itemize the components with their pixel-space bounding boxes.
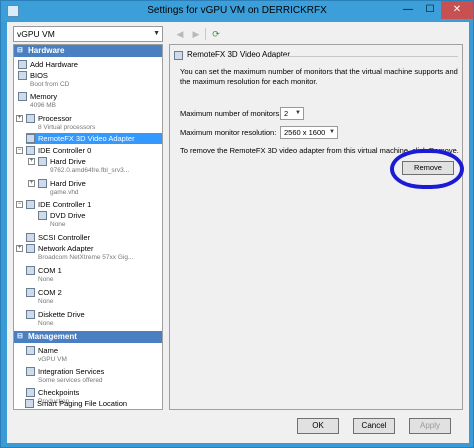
memory-icon xyxy=(18,92,27,101)
monitors-select[interactable]: 2 ▼ xyxy=(280,107,304,120)
tree-item-remotefx[interactable]: RemoteFX 3D Video Adapter xyxy=(26,133,162,144)
tree-item-smart-paging[interactable]: Smart Paging File Location xyxy=(25,398,157,409)
network-adapter-sub: Broadcom NetXtreme 57xx Gig... xyxy=(38,254,134,261)
maximize-button[interactable]: ☐ xyxy=(419,1,441,19)
name-icon xyxy=(26,346,35,355)
integration-services-sub: Some services offered xyxy=(38,377,103,384)
hardware-header-label: Hardware xyxy=(28,46,65,55)
chevron-down-icon: ▼ xyxy=(153,30,160,37)
scsi-controller-icon xyxy=(26,233,35,242)
bios-icon xyxy=(18,71,27,80)
management-header-label: Management xyxy=(28,332,77,341)
settings-tree[interactable]: ⊟ Hardware Add Hardware BIOS Boot from C… xyxy=(13,44,163,410)
integration-services-icon xyxy=(26,367,35,376)
com-port-icon xyxy=(26,266,35,275)
close-button[interactable]: ✕ xyxy=(441,1,473,19)
minimize-button[interactable]: — xyxy=(397,1,419,19)
expand-hard-drive-1-icon[interactable]: + xyxy=(28,158,35,165)
collapse-icon: ⊟ xyxy=(17,333,23,340)
chevron-down-icon: ▼ xyxy=(329,129,335,135)
video-adapter-icon xyxy=(26,134,35,143)
vm-selector-value: vGPU VM xyxy=(17,29,55,39)
ide-controller-icon xyxy=(26,200,35,209)
hardware-section-header[interactable]: ⊟ Hardware xyxy=(14,45,162,57)
panel-title: RemoteFX 3D Video Adapter xyxy=(187,50,291,59)
expand-processor-icon[interactable]: + xyxy=(16,115,23,122)
tree-item-add-hardware[interactable]: Add Hardware xyxy=(18,59,158,70)
add-hardware-icon xyxy=(18,60,27,69)
collapse-icon: ⊟ xyxy=(17,47,23,54)
resolution-value: 2560 x 1600 xyxy=(284,128,326,137)
vm-selector[interactable]: vGPU VM ▼ xyxy=(13,26,163,42)
panel-description: You can set the maximum number of monito… xyxy=(180,67,458,86)
com-port-icon xyxy=(26,288,35,297)
dialog-client: vGPU VM ▼ ◀ ▶ ⟳ ⊟ Hardware Add Hardware … xyxy=(7,22,469,443)
header-divider xyxy=(280,56,458,57)
settings-window: Settings for vGPU VM on DERRICKRFX — ☐ ✕… xyxy=(0,0,474,448)
memory-sub: 4096 MB xyxy=(30,102,57,109)
dvd-drive-sub: None xyxy=(50,221,66,228)
network-adapter-icon xyxy=(26,244,35,253)
nav-divider xyxy=(205,28,206,40)
monitors-label: Maximum number of monitors: xyxy=(180,109,282,118)
collapse-ide0-icon[interactable]: − xyxy=(16,147,23,154)
com1-sub: None xyxy=(38,276,54,283)
tree-item-scsi-controller[interactable]: SCSI Controller xyxy=(26,232,158,243)
processor-sub: 8 Virtual processors xyxy=(38,124,96,131)
ok-button[interactable]: OK xyxy=(297,418,339,434)
back-icon[interactable]: ◀ xyxy=(173,26,187,42)
processor-icon xyxy=(26,114,35,123)
monitors-value: 2 xyxy=(284,109,289,118)
diskette-drive-icon xyxy=(26,310,35,319)
diskette-drive-sub: None xyxy=(38,320,54,327)
refresh-icon[interactable]: ⟳ xyxy=(209,26,223,42)
apply-button[interactable]: Apply xyxy=(409,418,451,434)
video-adapter-icon xyxy=(174,51,183,60)
hard-drive-2-sub: game.vhd xyxy=(50,189,79,196)
management-section-header[interactable]: ⊟ Management xyxy=(14,331,162,343)
collapse-ide1-icon[interactable]: − xyxy=(16,201,23,208)
resolution-select[interactable]: 2560 x 1600 ▼ xyxy=(280,126,338,139)
hard-drive-1-sub: 9762.0.amd64fre.fbl_srv3... xyxy=(50,167,130,174)
name-sub: vGPU VM xyxy=(38,356,67,363)
expand-network-icon[interactable]: + xyxy=(16,245,23,252)
hard-drive-icon xyxy=(38,179,47,188)
details-panel: RemoteFX 3D Video Adapter You can set th… xyxy=(169,44,464,410)
smart-paging-icon xyxy=(25,399,34,408)
com2-sub: None xyxy=(38,298,54,305)
checkpoints-icon xyxy=(26,388,35,397)
expand-hard-drive-2-icon[interactable]: + xyxy=(28,180,35,187)
chevron-down-icon: ▼ xyxy=(295,110,301,116)
title-bar[interactable]: Settings for vGPU VM on DERRICKRFX — ☐ ✕ xyxy=(1,1,473,21)
tree-item-ide-controller-1[interactable]: IDE Controller 1 xyxy=(26,199,158,210)
ide-controller-icon xyxy=(26,146,35,155)
hard-drive-icon xyxy=(38,157,47,166)
bios-sub: Boot from CD xyxy=(30,81,70,88)
resolution-label: Maximum monitor resolution: xyxy=(180,128,277,137)
tree-item-ide-controller-0[interactable]: IDE Controller 0 xyxy=(26,145,158,156)
forward-icon[interactable]: ▶ xyxy=(189,26,203,42)
cancel-button[interactable]: Cancel xyxy=(353,418,395,434)
annotation-circle xyxy=(390,149,464,189)
dvd-drive-icon xyxy=(38,211,47,220)
